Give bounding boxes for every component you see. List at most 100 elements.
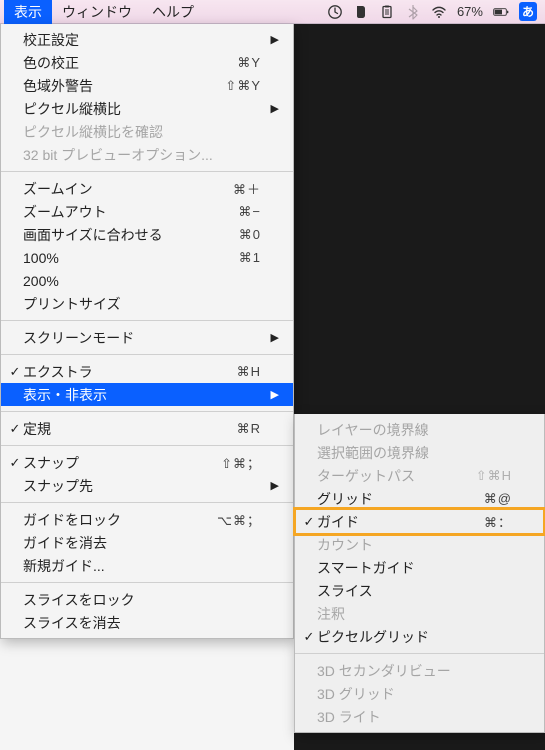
main_menu-item--[interactable]: 画面サイズに合わせる ⌘0 [1,223,293,246]
menu-item-shortcut: ⌘： [462,512,512,531]
main_menu-item--[interactable]: スクリーンモード ▶ [1,326,293,349]
view-menu: 校正設定 ▶ 色の校正 ⌘Y 色域外警告 ⇧⌘Y ピクセル縦横比 ▶ ピクセル縦横比を確認 32 … [0,24,294,639]
main_menu-item--[interactable]: ズームアウト⌘− [1,200,293,223]
menu-item-label: 定規 [23,419,51,439]
menu-item-label: ピクセル縦横比 [23,99,121,119]
menu-item-label: ガイドをロック [23,510,121,530]
checkmark-icon: ✓ [301,629,317,645]
timemachine-icon[interactable] [327,4,343,20]
menu-item-shortcut: ⌘1 [211,250,261,266]
menu-item-label: ターゲットパス [317,466,415,486]
menu-item-shortcut: ⌘@ [462,491,512,507]
sub_menu-item-3d-: 3D セカンダリビュー [295,659,544,682]
main_menu-item--[interactable]: ✓スナップ⇧⌘； [1,451,293,474]
main_menu-item--[interactable]: 色域外警告 ⇧⌘Y [1,74,293,97]
main_menu-item--[interactable]: ピクセル縦横比 ▶ [1,97,293,120]
main_menu-item--[interactable]: ガイドを消去 [1,531,293,554]
menu-item-shortcut: ⌘0 [211,227,261,243]
menu-item-shortcut: ⇧⌘H [462,468,512,484]
ime-indicator[interactable]: あ [519,2,537,21]
main_menu-item--[interactable]: 色の校正 ⌘Y [1,51,293,74]
menu-item-label: グリッド [317,489,373,509]
main_menu-separator [1,171,293,172]
menu-item-label: スライスをロック [23,590,135,610]
menu-title-help[interactable]: ヘルプ [142,0,204,25]
checkmark-icon: ✓ [7,364,23,380]
menu-item-shortcut: ⇧⌘； [211,453,261,472]
checkmark-icon: ✓ [301,514,317,530]
menu-item-label: カウント [317,535,373,555]
main_menu-item--[interactable]: ガイドをロック ⌥⌘； [1,508,293,531]
main_menu-item--[interactable]: 校正設定 ▶ [1,28,293,51]
main_menu-item--[interactable]: ✓エクストラ ⌘H [1,360,293,383]
menu-item-label: 200% [23,273,59,289]
menu-item-label: スクリーンモード [23,328,134,348]
main_menu-separator [1,582,293,583]
clipboard-icon[interactable] [379,4,395,20]
menu-item-label: ガイドを消去 [23,533,107,553]
menu-item-label: 3D ライト [317,707,381,727]
sub_menu-item--[interactable]: グリッド ⌘@ [295,487,544,510]
main_menu-item--[interactable]: ズームイン⌘＋ [1,177,293,200]
sub_menu-item--: 注釈 [295,602,544,625]
submenu-arrow-icon: ▶ [267,331,279,344]
menu-title-window[interactable]: ウィンドウ [52,0,142,25]
battery-percent: 67% [457,4,483,19]
menu-item-shortcut: ⌘− [211,204,261,220]
main_menu-item--[interactable]: スライスをロック [1,588,293,611]
main_menu-separator [1,445,293,446]
menu-item-label: スライス [317,581,373,601]
sub_menu-item--[interactable]: スマートガイド [295,556,544,579]
menu-item-label: ピクセルグリッド [317,627,429,647]
evernote-icon[interactable] [353,4,369,20]
checkmark-icon: ✓ [7,421,23,437]
menu-item-shortcut: ⌥⌘； [211,510,261,529]
menubar-status: 67% あ [327,2,541,21]
sub_menu-item-3d-: 3D ライト [295,705,544,728]
main_menu-item--[interactable]: プリントサイズ [1,292,293,315]
menu-item-label: 色の校正 [23,53,79,73]
submenu-arrow-icon: ▶ [267,479,279,492]
menu-item-label: 3D グリッド [317,684,395,704]
menu-item-shortcut: ⌘＋ [211,179,261,198]
menu-item-label: ピクセル縦横比を確認 [23,122,163,142]
menu-item-label: 表示・非表示 [23,385,107,405]
menu-item-label: 選択範囲の境界線 [317,443,429,463]
wifi-icon[interactable] [431,4,447,20]
menu-item-shortcut: ⌘Y [211,55,261,71]
sub_menu-item--[interactable]: ✓ガイド ⌘： [295,510,544,533]
sub_menu-item--: 選択範囲の境界線 [295,441,544,464]
main_menu-separator [1,502,293,503]
sub_menu-item--: カウント [295,533,544,556]
menu-item-label: レイヤーの境界線 [317,420,429,440]
menu-item-label: 3D セカンダリビュー [317,661,451,681]
menu-item-label: エクストラ [23,362,93,382]
menubar-left: 表示 ウィンドウ ヘルプ [4,0,204,25]
sub_menu-item--[interactable]: スライス [295,579,544,602]
menu-item-label: スナップ [23,453,79,473]
menu-item-shortcut: ⌘H [211,364,261,380]
main_menu-item--[interactable]: 新規ガイド... [1,554,293,577]
bluetooth-icon[interactable] [405,4,421,20]
main_menu-item--[interactable]: 表示・非表示▶ [1,383,293,406]
sub_menu-item--[interactable]: ✓ピクセルグリッド [295,625,544,648]
main_menu-item-32-bit-: 32 bit プレビューオプション... [1,143,293,166]
menu-title-view[interactable]: 表示 [4,0,52,25]
battery-icon[interactable] [493,4,509,20]
main_menu-item--[interactable]: スナップ先▶ [1,474,293,497]
menu-item-label: スライスを消去 [23,613,121,633]
main_menu-item-100-[interactable]: 100%⌘1 [1,246,293,269]
menu-item-label: 校正設定 [23,30,79,50]
menu-item-shortcut: ⇧⌘Y [211,78,261,94]
show-hide-submenu: レイヤーの境界線選択範囲の境界線ターゲットパス⇧⌘Hグリッド⌘@✓ガイド⌘：カウ… [294,414,545,733]
menu-item-label: 32 bit プレビューオプション... [23,145,213,165]
submenu-arrow-icon: ▶ [267,102,279,115]
main_menu-item--[interactable]: スライスを消去 [1,611,293,634]
submenu-arrow-icon: ▶ [267,33,279,46]
menu-item-label: 色域外警告 [23,76,93,96]
menu-item-label: 画面サイズに合わせる [23,225,163,245]
main_menu-item-200-[interactable]: 200% [1,269,293,292]
menu-item-label: 注釈 [317,604,345,624]
menu-item-label: ガイド [317,512,359,532]
main_menu-item--[interactable]: ✓定規⌘R [1,417,293,440]
